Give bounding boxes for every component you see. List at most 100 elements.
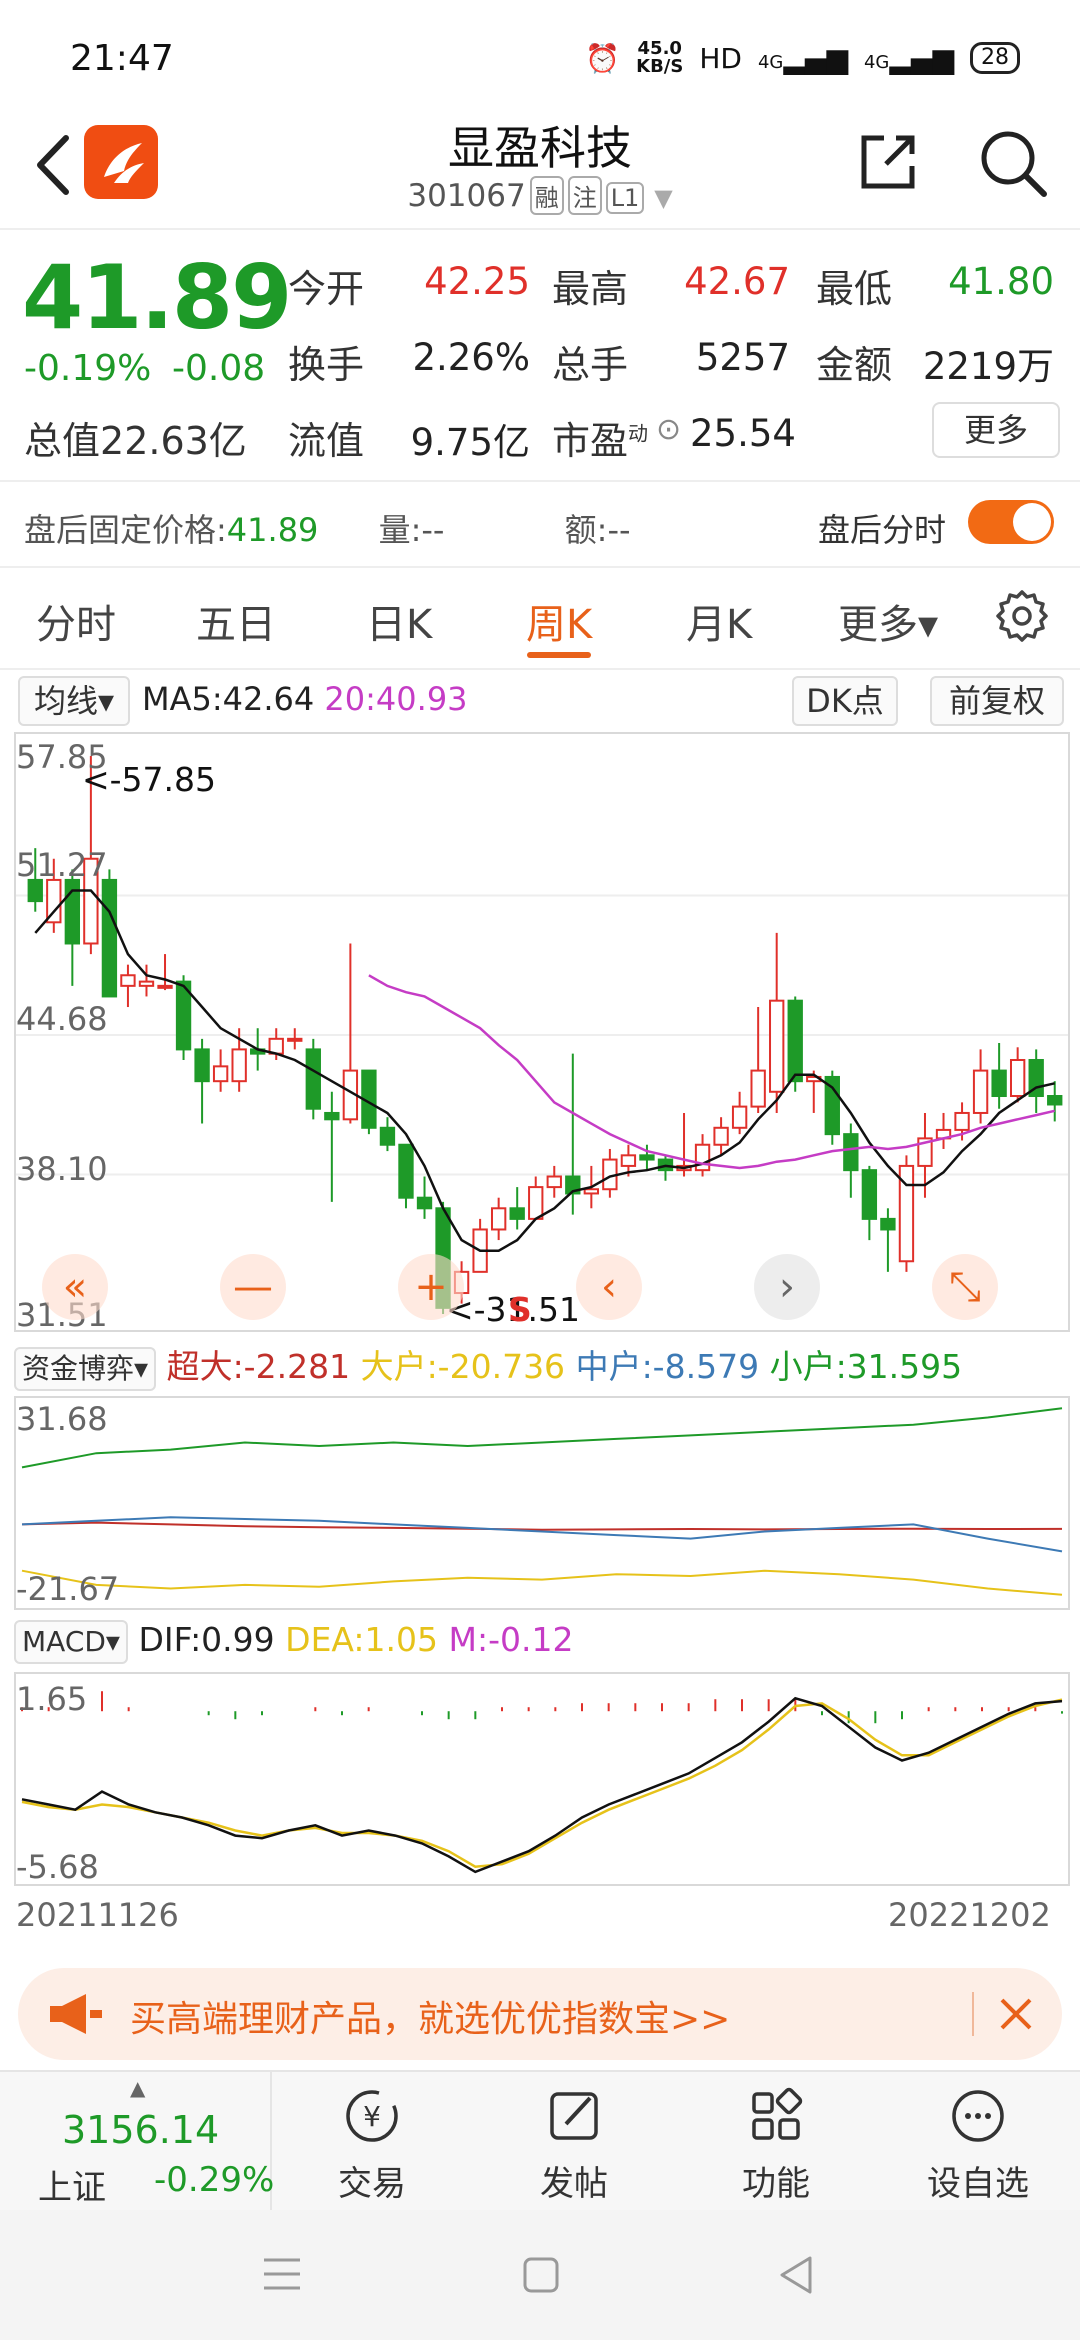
nav-trade[interactable]: ¥ 交易 — [272, 2072, 472, 2212]
candle-body — [861, 1169, 878, 1220]
candle-body — [1047, 1095, 1063, 1106]
stock-code: 301067 — [407, 178, 526, 214]
index-ticker[interactable]: ▲ 3156.14 上证 -0.29% — [0, 2072, 275, 2212]
y-label-3: 44.68 — [16, 1000, 108, 1038]
signal-icon: 4G▂▄▆ — [757, 41, 848, 75]
dk-point-button[interactable]: DK点 — [792, 676, 898, 726]
candle-body — [880, 1217, 896, 1231]
high-value: 42.67 — [684, 260, 790, 303]
trade-icon: ¥ — [346, 2090, 398, 2142]
zoom-in-button[interactable]: + — [398, 1254, 464, 1320]
tab-five-day[interactable]: 五日 — [196, 592, 276, 650]
tab-more[interactable]: 更多▾ — [838, 592, 938, 650]
megaphone-icon — [50, 1994, 102, 2034]
candle-body — [379, 1126, 396, 1146]
expand-up-icon: ▲ — [130, 2076, 146, 2100]
volume-label: 总手 — [552, 343, 629, 387]
system-nav-bar — [0, 2210, 1080, 2340]
macd-y-bottom: -5.68 — [16, 1848, 99, 1886]
zoom-out-button[interactable]: — — [220, 1254, 286, 1320]
nav-post[interactable]: 发帖 — [474, 2072, 674, 2212]
ad-banner[interactable]: 买高端理财产品，就选优优指数宝>> — [18, 1968, 1062, 2060]
index-value: 3156.14 — [62, 2108, 220, 2152]
fund-selector[interactable]: 资金博弈▾ — [14, 1347, 157, 1391]
info-icon[interactable]: ⊙ — [656, 412, 681, 447]
ad-divider — [972, 1992, 974, 2036]
y-label-4: 38.10 — [16, 1150, 108, 1188]
status-time: 21:47 — [70, 38, 174, 79]
fund-line-1 — [21, 1569, 1063, 1596]
after-hours-toggle[interactable] — [968, 500, 1054, 544]
candle-body — [750, 1069, 766, 1108]
macd-row: MACD▾ DIF:0.99 DEA:1.05 M:-0.12 — [14, 1620, 574, 1664]
gear-icon[interactable] — [994, 588, 1050, 644]
menu-icon[interactable] — [262, 2256, 302, 2292]
float-value: 9.75亿 — [410, 421, 530, 464]
max-price-annotation: <-57.85 — [82, 760, 217, 799]
candle-body — [991, 1069, 1007, 1098]
indicator-selector[interactable]: 均线▾ — [18, 676, 130, 726]
macd-y-top: 1.65 — [16, 1680, 88, 1718]
adjustment-button[interactable]: 前复权 — [930, 676, 1064, 726]
pe-label: 市盈动 — [552, 419, 649, 463]
candle-body — [398, 1143, 414, 1199]
back-icon[interactable] — [778, 2254, 814, 2296]
sell-marker: S — [508, 1290, 532, 1329]
pan-left-button[interactable]: ‹ — [576, 1254, 642, 1320]
float-label: 流值 — [288, 419, 365, 463]
pe-value: 25.54 — [690, 412, 796, 455]
dea-line — [21, 1698, 1063, 1868]
candle-body — [546, 1175, 562, 1189]
share-icon[interactable] — [856, 130, 920, 194]
candle-body — [157, 984, 173, 989]
macd-selector[interactable]: MACD▾ — [14, 1620, 128, 1664]
fund-chart — [14, 1396, 1070, 1610]
tag-registration: 注 — [567, 176, 602, 215]
tab-day-k[interactable]: 日K — [366, 592, 432, 650]
low-value: 41.80 — [948, 260, 1054, 303]
tab-active-indicator — [527, 652, 591, 658]
kline-svg — [16, 756, 1068, 1314]
tab-month-k[interactable]: 月K — [686, 592, 752, 650]
candle-body — [843, 1133, 859, 1172]
candle-body — [212, 1065, 229, 1083]
more-button[interactable]: 更多 — [932, 402, 1060, 458]
candle-body — [528, 1186, 544, 1220]
pan-right-button[interactable]: › — [754, 1254, 820, 1320]
hd-icon: HD — [699, 41, 742, 75]
candle-body — [731, 1105, 748, 1129]
tag-level: L1 — [605, 182, 645, 214]
nav-watchlist[interactable]: 设自选 — [878, 2072, 1078, 2212]
fullscreen-button[interactable]: ⤡ — [932, 1254, 998, 1320]
after-hours-row: 盘后固定价格:41.89 量:-- 额:-- — [24, 511, 631, 549]
close-icon[interactable] — [996, 1994, 1036, 2034]
ad-text: 买高端理财产品，就选优优指数宝>> — [130, 1999, 731, 2040]
kline-chart[interactable] — [14, 732, 1070, 1332]
candle-body — [231, 1048, 247, 1083]
zoom-out-far-button[interactable]: « — [42, 1254, 108, 1320]
bottom-nav: ▲ 3156.14 上证 -0.29% ¥ 交易 发帖 功能 设自选 — [0, 2070, 1080, 2212]
tab-timeshare[interactable]: 分时 — [36, 592, 116, 650]
index-change: -0.29% — [154, 2160, 275, 2200]
high-label: 最高 — [552, 267, 629, 311]
home-icon[interactable] — [522, 2256, 560, 2294]
candle-body — [509, 1207, 525, 1220]
tab-week-k[interactable]: 周K — [526, 592, 592, 650]
macd-svg — [21, 1691, 1063, 1874]
candle-body — [1009, 1058, 1026, 1098]
candle-body — [324, 1111, 340, 1121]
candle-body — [713, 1126, 729, 1146]
turnover-label: 换手 — [288, 343, 365, 387]
candle-body — [101, 878, 118, 998]
search-icon[interactable] — [978, 128, 1048, 198]
ma-values: MA5:42.64 20:40.93 — [142, 680, 468, 718]
amount-label: 金额 — [816, 343, 893, 387]
index-name: 上证 — [38, 2168, 106, 2208]
candle-body — [583, 1188, 600, 1195]
nav-function[interactable]: 功能 — [676, 2072, 876, 2212]
turnover-value: 2.26% — [412, 336, 530, 379]
fund-line-2 — [21, 1516, 1063, 1553]
fund-y-top: 31.68 — [16, 1400, 108, 1438]
amount-value: 2219万 — [922, 345, 1054, 388]
candle-body — [787, 999, 803, 1083]
